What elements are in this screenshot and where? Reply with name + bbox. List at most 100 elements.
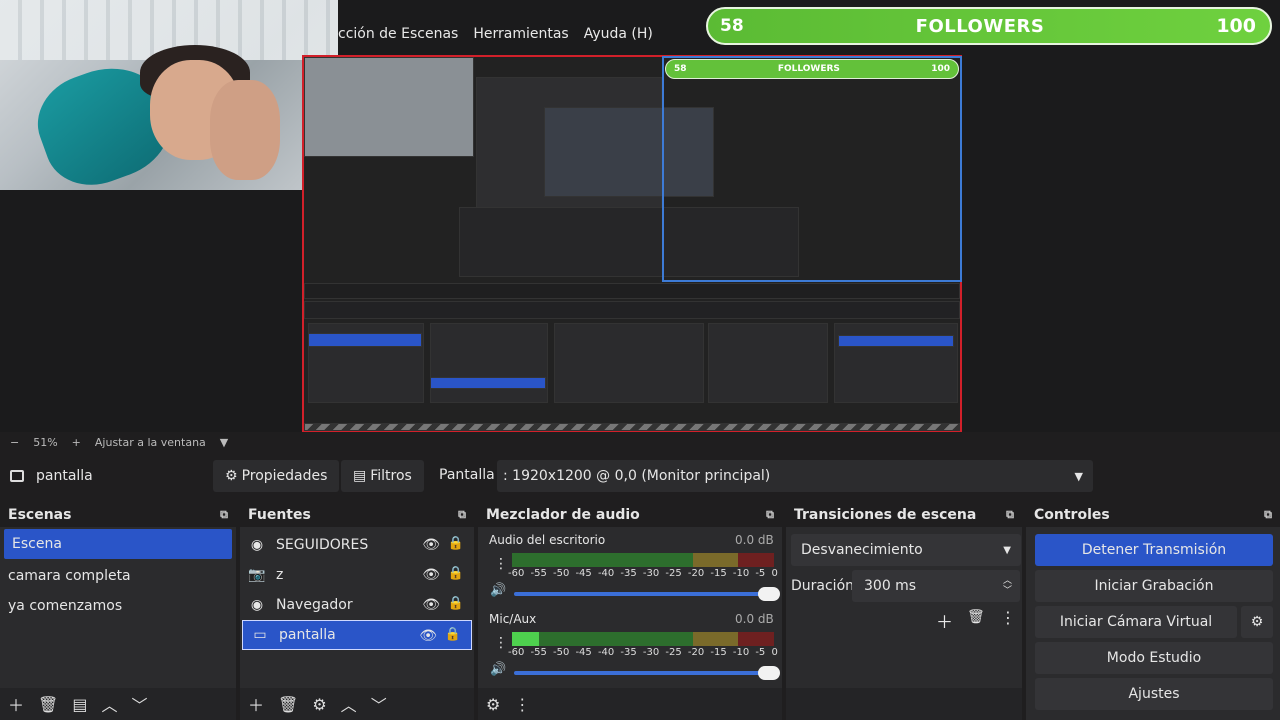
add-source-button[interactable]: ＋ — [248, 692, 264, 716]
lock-icon[interactable]: 🔒 — [448, 596, 464, 611]
undock-icon[interactable]: ⧉ — [458, 508, 466, 522]
browser-icon: ◉ — [250, 537, 264, 553]
stop-streaming-label: Detener Transmisión — [1081, 542, 1227, 558]
gear-icon: ⚙ — [1250, 614, 1264, 630]
lock-icon[interactable]: 🔒 — [448, 536, 464, 551]
sources-title: Fuentes — [248, 507, 311, 523]
monitor-select[interactable]: : 1920x1200 @ 0,0 (Monitor principal) ▼ — [497, 460, 1093, 492]
eye-icon[interactable]: 👁 — [422, 597, 440, 613]
source-item-pantalla[interactable]: ▭ pantalla 👁 🔒 — [242, 620, 472, 650]
scene-item-ya-comenzamos[interactable]: ya comenzamos — [0, 591, 236, 621]
more-options-icon[interactable]: ⋮ — [514, 695, 530, 714]
source-label: pantalla — [279, 627, 336, 643]
gear-icon[interactable]: ⚙ — [312, 695, 326, 714]
add-transition-button[interactable]: ＋ — [936, 608, 953, 633]
duration-input[interactable]: 300 ms ︿ ﹀ — [852, 570, 1020, 602]
channel-name-mic: Mic/Aux — [489, 612, 537, 626]
spin-buttons[interactable]: ︿ ﹀ — [1003, 576, 1012, 596]
monitor-icon: ▭ — [253, 627, 267, 643]
scene-label: Escena — [12, 536, 62, 552]
start-virtual-camera-button[interactable]: Iniciar Cámara Virtual — [1035, 606, 1237, 638]
duration-label: Duración — [791, 578, 855, 594]
more-options-icon[interactable]: ⋮ — [494, 556, 508, 572]
source-label: SEGUIDORES — [276, 537, 369, 553]
source-name: pantalla — [36, 468, 93, 484]
zoom-value: 51% — [33, 435, 58, 449]
channel-db-desktop: 0.0 dB — [735, 533, 774, 547]
eye-icon[interactable]: 👁 — [422, 537, 440, 553]
display-label: Pantalla — [439, 467, 495, 483]
selected-source-outline[interactable] — [662, 56, 962, 282]
program-preview: cción de Escenas Herramientas Ayuda (H) … — [0, 0, 1280, 433]
meter-scale-desktop: -60 -55 -50 -45 -40 -35 -30 -25 -20 -15 -10 -5 0 — [508, 568, 778, 579]
scene-filters-icon[interactable]: ▤ — [72, 695, 87, 714]
zoom-out-button[interactable]: − — [10, 436, 19, 449]
controls-title: Controles — [1034, 507, 1110, 523]
undock-icon[interactable]: ⧉ — [766, 508, 774, 522]
stop-streaming-button[interactable]: Detener Transmisión — [1035, 534, 1273, 566]
meter-desktop — [512, 553, 774, 567]
volume-slider-mic[interactable] — [514, 666, 780, 680]
transitions-title: Transiciones de escena — [794, 507, 977, 523]
transition-select[interactable]: Desvanecimiento ▼ — [791, 534, 1021, 566]
lock-icon[interactable]: 🔒 — [445, 627, 461, 642]
filter-icon: ▤ — [353, 468, 367, 484]
source-item-z[interactable]: 📷 z 👁 🔒 — [240, 560, 474, 590]
fit-to-window[interactable]: Ajustar a la ventana — [95, 436, 206, 449]
nested-followers-bar: 58 FOLLOWERS 100 — [665, 59, 959, 79]
channel-db-mic: 0.0 dB — [735, 612, 774, 626]
source-item-seguidores[interactable]: ◉ SEGUIDORES 👁 🔒 — [240, 530, 474, 560]
studio-mode-label: Modo Estudio — [1106, 650, 1202, 666]
trash-icon[interactable]: 🗑 — [278, 695, 298, 714]
settings-button[interactable]: Ajustes — [1035, 678, 1273, 710]
move-down-icon[interactable]: ﹀ — [131, 692, 147, 716]
more-options-icon[interactable]: ⋮ — [494, 635, 508, 651]
menu-help[interactable]: Ayuda (H) — [584, 26, 653, 42]
nested-followers-label: FOLLOWERS — [777, 64, 840, 74]
start-recording-button[interactable]: Iniciar Grabación — [1035, 570, 1273, 602]
scene-label: ya comenzamos — [8, 598, 123, 614]
add-scene-button[interactable]: ＋ — [8, 692, 24, 716]
settings-label: Ajustes — [1128, 686, 1180, 702]
move-up-icon[interactable]: ︿ — [341, 692, 357, 716]
undock-icon[interactable]: ⧉ — [1006, 508, 1014, 522]
webcam-feed — [0, 0, 338, 190]
scene-item-camara-completa[interactable]: camara completa — [0, 561, 236, 591]
lock-icon[interactable]: 🔒 — [448, 566, 464, 581]
volume-slider-desktop[interactable] — [514, 587, 780, 601]
scene-item-escena[interactable]: Escena — [4, 529, 232, 559]
more-options-icon[interactable]: ⋮ — [1000, 608, 1016, 627]
eye-icon[interactable]: 👁 — [422, 567, 440, 583]
source-item-navegador[interactable]: ◉ Navegador 👁 🔒 — [240, 590, 474, 620]
chevron-down-icon: ▼ — [1003, 544, 1011, 556]
undock-icon[interactable]: ⧉ — [1264, 508, 1272, 522]
nested-followers-current: 58 — [674, 64, 687, 74]
speaker-icon[interactable]: 🔊 — [490, 662, 506, 677]
move-up-icon[interactable]: ︿ — [101, 692, 117, 716]
zoom-in-button[interactable]: + — [72, 436, 81, 449]
virtual-camera-settings-button[interactable]: ⚙ — [1241, 606, 1273, 638]
speaker-icon[interactable]: 🔊 — [490, 583, 506, 598]
chevron-down-icon[interactable]: ▼ — [1075, 470, 1083, 483]
properties-button[interactable]: ⚙ Propiedades — [213, 460, 340, 492]
source-label: z — [276, 567, 284, 583]
menu-tools[interactable]: Herramientas — [473, 26, 568, 42]
chevron-down-icon[interactable]: ▼ — [220, 436, 228, 449]
menu-scene-collection[interactable]: cción de Escenas — [338, 26, 458, 42]
filters-label: Filtros — [370, 468, 412, 484]
browser-icon: ◉ — [250, 597, 264, 613]
sources-dock: Fuentes ⧉ ◉ SEGUIDORES 👁 🔒 📷 z 👁 🔒 ◉ Nave… — [240, 503, 474, 720]
scenes-list: Escena camara completa ya comenzamos — [0, 527, 236, 688]
filters-button[interactable]: ▤ Filtros — [341, 460, 424, 492]
move-down-icon[interactable]: ﹀ — [371, 692, 387, 716]
eye-icon[interactable]: 👁 — [419, 628, 437, 644]
studio-mode-button[interactable]: Modo Estudio — [1035, 642, 1273, 674]
followers-goal: 100 — [1216, 15, 1256, 37]
gears-icon[interactable]: ⚙ — [486, 695, 500, 714]
trash-icon[interactable]: 🗑 — [967, 609, 985, 625]
trash-icon[interactable]: 🗑 — [38, 695, 58, 714]
source-label: Navegador — [276, 597, 353, 613]
undock-icon[interactable]: ⧉ — [220, 508, 228, 522]
duration-value: 300 ms — [864, 578, 917, 594]
menu-bar: cción de Escenas Herramientas Ayuda (H) — [338, 26, 653, 42]
